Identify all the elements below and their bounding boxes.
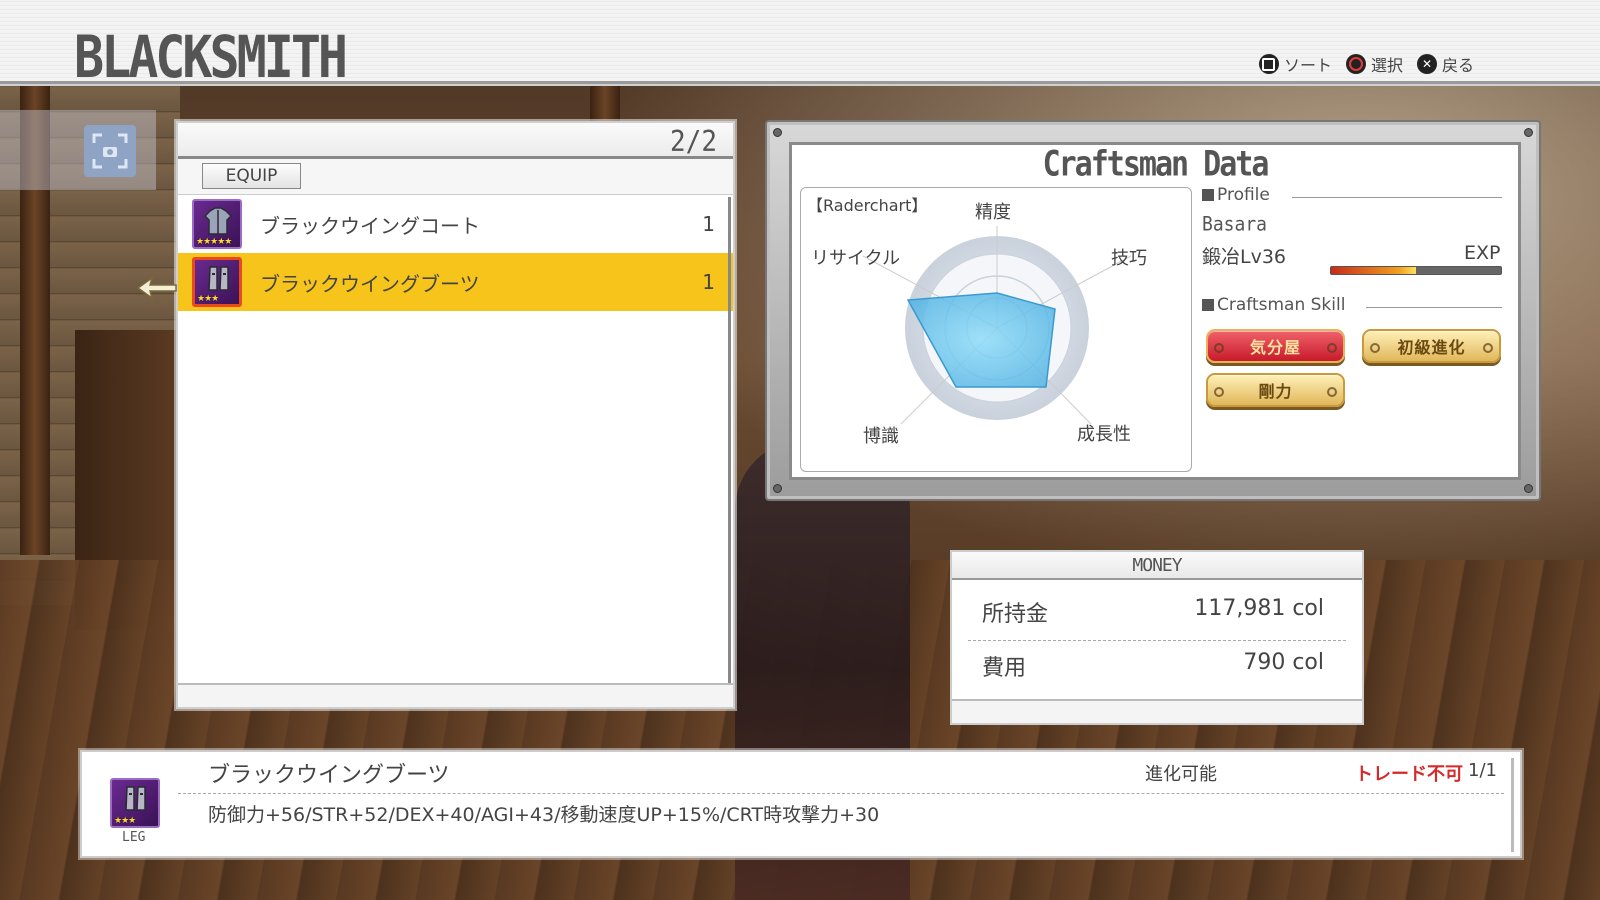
radar-axis-label-growth: 成長性 xyxy=(1077,424,1131,445)
skill-heading: Craftsman Skill xyxy=(1202,295,1345,315)
profile-heading: Profile xyxy=(1202,185,1270,205)
detail-scrollbar[interactable] xyxy=(1511,758,1514,852)
list-header: 2/2 xyxy=(178,123,733,159)
page-title: BLACKSMITH xyxy=(74,24,348,91)
item-detail-panel: ★★★ LEG ブラックウイングブーツ 進化可能 トレード不可 1/1 防御力+… xyxy=(80,750,1522,858)
boots-graphic xyxy=(208,266,229,291)
skill-heading-label: Craftsman Skill xyxy=(1217,295,1346,315)
exp-label: EXP xyxy=(1464,242,1501,264)
rarity-stars: ★★★ xyxy=(197,294,219,304)
button-hints: ソート 選択 ✕ 戻る xyxy=(1258,52,1474,76)
header-bar: BLACKSMITH ソート 選択 ✕ 戻る xyxy=(0,0,1600,91)
category-tab-row: EQUIP xyxy=(178,159,733,195)
armor-coat-icon: ★★★★★ xyxy=(192,199,242,249)
evolve-status: 進化可能 xyxy=(1145,764,1217,785)
skill-badge-basic-evolution[interactable]: 初級進化 xyxy=(1362,329,1501,363)
equip-slot-label: LEG xyxy=(122,830,146,845)
tab-equip[interactable]: EQUIP xyxy=(202,163,301,189)
hint-back[interactable]: ✕ 戻る xyxy=(1416,52,1474,76)
exp-progress-fill xyxy=(1331,267,1416,274)
hint-back-label: 戻る xyxy=(1441,56,1474,75)
money-divider xyxy=(968,640,1346,641)
cross-button-icon: ✕ xyxy=(1416,54,1437,74)
exp-progress-bar xyxy=(1330,266,1502,275)
item-quantity: 1 xyxy=(702,270,715,294)
selection-cursor-icon xyxy=(136,276,177,300)
rarity-stars: ★★★★★ xyxy=(196,237,232,247)
boots-graphic xyxy=(125,786,146,811)
list-footer xyxy=(178,683,733,707)
skill-badge-strength[interactable]: 剛力 xyxy=(1206,373,1345,407)
square-button-icon xyxy=(1258,54,1279,74)
hint-sort[interactable]: ソート xyxy=(1258,52,1332,76)
rarity-stars: ★★★ xyxy=(114,816,136,826)
item-list-panel: 2/2 EQUIP ★★★★★ ブラックウイングコート 1 ★★★ ブラックウイ… xyxy=(176,121,735,709)
item-name: ブラックウイングコート xyxy=(260,213,480,238)
craftsman-data-panel: Craftsman Data 【Raderchart】 精度 技巧 成長性 博識… xyxy=(765,120,1541,501)
hint-sort-label: ソート xyxy=(1283,56,1332,75)
trade-status: トレード不可 xyxy=(1355,764,1463,785)
item-quantity: 1 xyxy=(702,212,715,236)
list-item[interactable]: ★★★★★ ブラックウイングコート 1 xyxy=(178,195,733,253)
rivet-decoration xyxy=(773,484,782,493)
cost-row: 費用 790 col xyxy=(982,650,1324,682)
radar-axis-label-recycle: リサイクル xyxy=(811,248,901,269)
craftsman-name: Basara xyxy=(1202,212,1268,237)
owned-money-row: 所持金 117,981 col xyxy=(982,596,1324,628)
rivet-decoration xyxy=(1524,128,1533,137)
item-count: 1/1 xyxy=(1468,760,1497,781)
detail-divider xyxy=(178,793,1504,794)
hint-select[interactable]: 選択 xyxy=(1345,52,1403,76)
craftsman-data-content: Craftsman Data 【Raderchart】 精度 技巧 成長性 博識… xyxy=(789,142,1521,480)
radar-axis-label-precision: 精度 xyxy=(975,202,1011,223)
radar-axis-label-skill: 技巧 xyxy=(1111,248,1147,269)
craftsman-title: Craftsman Data xyxy=(1042,144,1270,185)
camera-icon-graphic xyxy=(92,133,128,169)
hint-select-label: 選択 xyxy=(1370,56,1403,75)
cost-value: 790 col xyxy=(1243,650,1324,675)
radar-chart-graphic xyxy=(862,226,1132,425)
money-footer xyxy=(952,699,1362,723)
camera-icon[interactable] xyxy=(84,125,136,177)
list-item-selected[interactable]: ★★★ ブラックウイングブーツ 1 xyxy=(178,253,733,311)
rivet-decoration xyxy=(1524,484,1533,493)
square-bullet-icon xyxy=(1202,189,1214,201)
boots-icon: ★★★ xyxy=(192,257,242,307)
rivet-decoration xyxy=(773,128,782,137)
money-panel: MONEY 所持金 117,981 col 費用 790 col xyxy=(950,550,1364,725)
section-divider xyxy=(1292,197,1502,198)
cost-label: 費用 xyxy=(982,656,1027,681)
circle-button-icon xyxy=(1345,54,1366,74)
radar-axis-label-knowledge: 博識 xyxy=(863,426,899,447)
section-divider xyxy=(1366,307,1502,308)
list-scrollbar[interactable] xyxy=(728,197,731,687)
owned-money-label: 所持金 xyxy=(982,602,1049,627)
coat-graphic xyxy=(203,207,233,235)
detail-item-name: ブラックウイングブーツ xyxy=(208,763,450,788)
square-bullet-icon xyxy=(1202,299,1214,311)
boots-icon: ★★★ xyxy=(110,778,160,828)
money-title: MONEY xyxy=(952,552,1362,580)
item-stats: 防御力+56/STR+52/DEX+40/AGI+43/移動速度UP+15%/C… xyxy=(208,804,880,826)
profile-heading-label: Profile xyxy=(1217,185,1270,205)
craftsman-level: 鍛冶Lv36 xyxy=(1202,246,1287,268)
page-counter: 2/2 xyxy=(670,125,717,159)
radar-title: 【Raderchart】 xyxy=(807,196,928,215)
item-name: ブラックウイングブーツ xyxy=(260,271,480,296)
skill-badge-kibunya[interactable]: 気分屋 xyxy=(1206,329,1345,363)
radar-chart: 【Raderchart】 精度 技巧 成長性 博識 リサイクル xyxy=(800,187,1192,472)
owned-money-value: 117,981 col xyxy=(1194,596,1324,621)
